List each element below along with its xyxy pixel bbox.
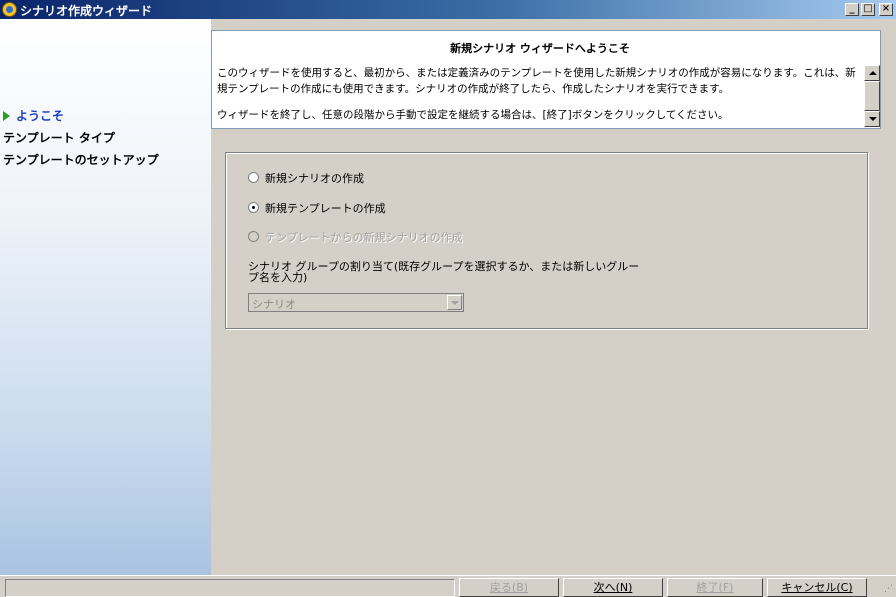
radio-new-scenario[interactable]: 新規シナリオの作成	[248, 170, 364, 186]
chevron-down-icon	[447, 295, 462, 310]
content-area: 新規シナリオの作成 新規テンプレートの作成 テンプレートからの新規シナリオの作成…	[211, 135, 885, 563]
status-field	[5, 579, 455, 597]
radio-new-template[interactable]: 新規テンプレートの作成	[248, 200, 386, 216]
radio-checked-icon[interactable]	[248, 202, 259, 213]
button-bar: 戻る(B) 次へ(N) 終了(F) キャンセル(C) ⋰	[0, 575, 896, 597]
minimize-button[interactable]: _	[845, 3, 859, 16]
radio-icon[interactable]	[248, 172, 259, 183]
scroll-thumb[interactable]	[864, 81, 880, 111]
radio-label: 新規テンプレートの作成	[265, 202, 386, 215]
description-text: このウィザードを使用すると、最初から、または定義済みのテンプレートを使用した新規…	[217, 65, 865, 123]
scroll-up-icon[interactable]	[864, 65, 880, 81]
options-group: 新規シナリオの作成 新規テンプレートの作成 テンプレートからの新規シナリオの作成…	[225, 152, 868, 329]
back-button: 戻る(B)	[459, 578, 559, 597]
wizard-steps-pane: ようこそ テンプレート タイプ テンプレートのセットアップ	[0, 19, 211, 575]
app-icon	[2, 2, 17, 17]
combobox-value: シナリオ	[252, 298, 296, 311]
scenario-group-label: シナリオ グループの割り当て(既存グループを選択するか、または新しいグループ名を…	[248, 260, 640, 284]
resize-grip-icon[interactable]: ⋰	[884, 585, 894, 595]
finish-button: 終了(F)	[667, 578, 763, 597]
scenario-group-combobox: シナリオ	[248, 293, 464, 312]
nav-step-label: ようこそ	[16, 109, 65, 123]
nav-step-template-type: テンプレート タイプ	[3, 131, 115, 145]
radio-scenario-from-template: テンプレートからの新規シナリオの作成	[248, 229, 463, 245]
description-scrollbar[interactable]	[864, 65, 880, 127]
close-button[interactable]: ×	[879, 3, 893, 16]
maximize-button[interactable]: □	[861, 3, 875, 16]
description-paragraph-2: ウィザードを終了し、任意の段階から手動で設定を継続する場合は、[終了]ボタンをク…	[217, 109, 729, 121]
radio-disabled-icon	[248, 231, 259, 242]
page-title: 新規シナリオ ウィザードへようこそ	[450, 42, 630, 55]
cancel-button[interactable]: キャンセル(C)	[767, 578, 867, 597]
radio-label: 新規シナリオの作成	[265, 172, 364, 185]
nav-step-welcome: ようこそ	[3, 107, 64, 124]
welcome-header: 新規シナリオ ウィザードへようこそ このウィザードを使用すると、最初から、または…	[211, 30, 881, 129]
radio-label: テンプレートからの新規シナリオの作成	[265, 231, 463, 244]
scroll-down-icon[interactable]	[864, 111, 880, 127]
current-step-arrow-icon	[3, 111, 10, 121]
nav-step-template-setup: テンプレートのセットアップ	[3, 153, 159, 167]
title-bar: シナリオ作成ウィザード _ □ ×	[0, 0, 896, 19]
description-paragraph-1: このウィザードを使用すると、最初から、または定義済みのテンプレートを使用した新規…	[217, 67, 856, 95]
window-title: シナリオ作成ウィザード	[20, 4, 153, 18]
next-button[interactable]: 次へ(N)	[563, 578, 663, 597]
